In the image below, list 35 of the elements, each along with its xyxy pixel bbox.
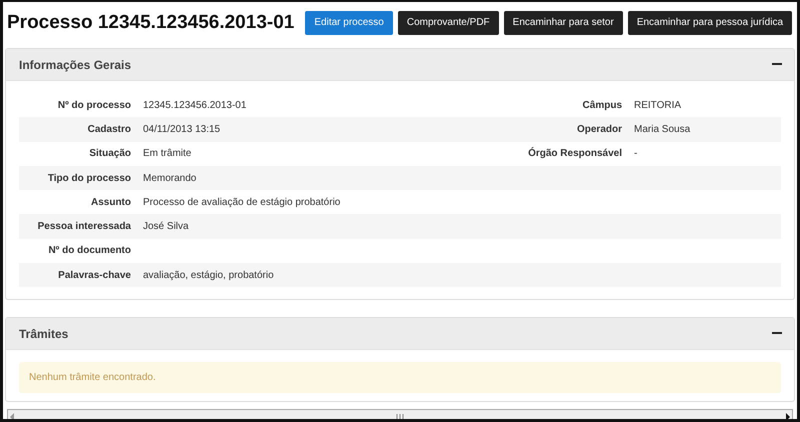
field-value: Memorando (143, 172, 198, 184)
field-value: Em trâmite (143, 148, 192, 160)
field-label: Situação (88, 148, 132, 160)
panel-title: Trâmites (19, 326, 68, 341)
field-label: Nº do processo (56, 100, 132, 111)
field-value: - (634, 148, 638, 160)
field-value: REITORIA (634, 100, 682, 111)
field-value: Processo de avaliação de estágio probatório (143, 196, 342, 208)
action-button[interactable]: Encaminhar para setor (504, 10, 623, 34)
page-title: Processo 12345.123456.2013-01 (7, 12, 294, 34)
field-value: Maria Sousa (634, 124, 692, 135)
field-label: Operador (576, 124, 623, 135)
action-button[interactable]: Encaminhar para pessoa jurídica (628, 10, 792, 34)
field-value: 04/11/2013 13:15 (143, 124, 222, 135)
field-label: Pessoa interessada (36, 221, 132, 232)
panel-header[interactable]: Trâmites (6, 318, 794, 350)
action-button[interactable]: Comprovante/PDF (398, 10, 499, 34)
field-label: Palavras-chave (57, 270, 132, 281)
field-label: Nº do documento (47, 245, 132, 256)
collapse-icon[interactable] (772, 332, 782, 336)
field-label: Assunto (90, 196, 132, 208)
edit-button[interactable]: Editar processo (305, 10, 393, 34)
field-value: José Silva (143, 221, 190, 232)
collapse-icon[interactable] (772, 63, 782, 66)
empty-alert: Nenhum trâmite encontrado. (19, 362, 781, 394)
field-label: Cadastro (86, 124, 132, 135)
field-value: 12345.123456.2013-01 (143, 100, 248, 111)
scroll-grip-icon[interactable] (396, 414, 404, 419)
field-value: avaliação, estágio, probatório (143, 270, 275, 281)
panel-title: Informações Gerais (19, 58, 132, 72)
panel-header[interactable]: Informações Gerais (6, 49, 794, 81)
field-label: Órgão Responsável (527, 148, 623, 160)
scroll-right-icon[interactable] (784, 413, 792, 419)
field-label: Câmpus (582, 100, 623, 111)
field-label: Tipo do processo (46, 172, 132, 184)
